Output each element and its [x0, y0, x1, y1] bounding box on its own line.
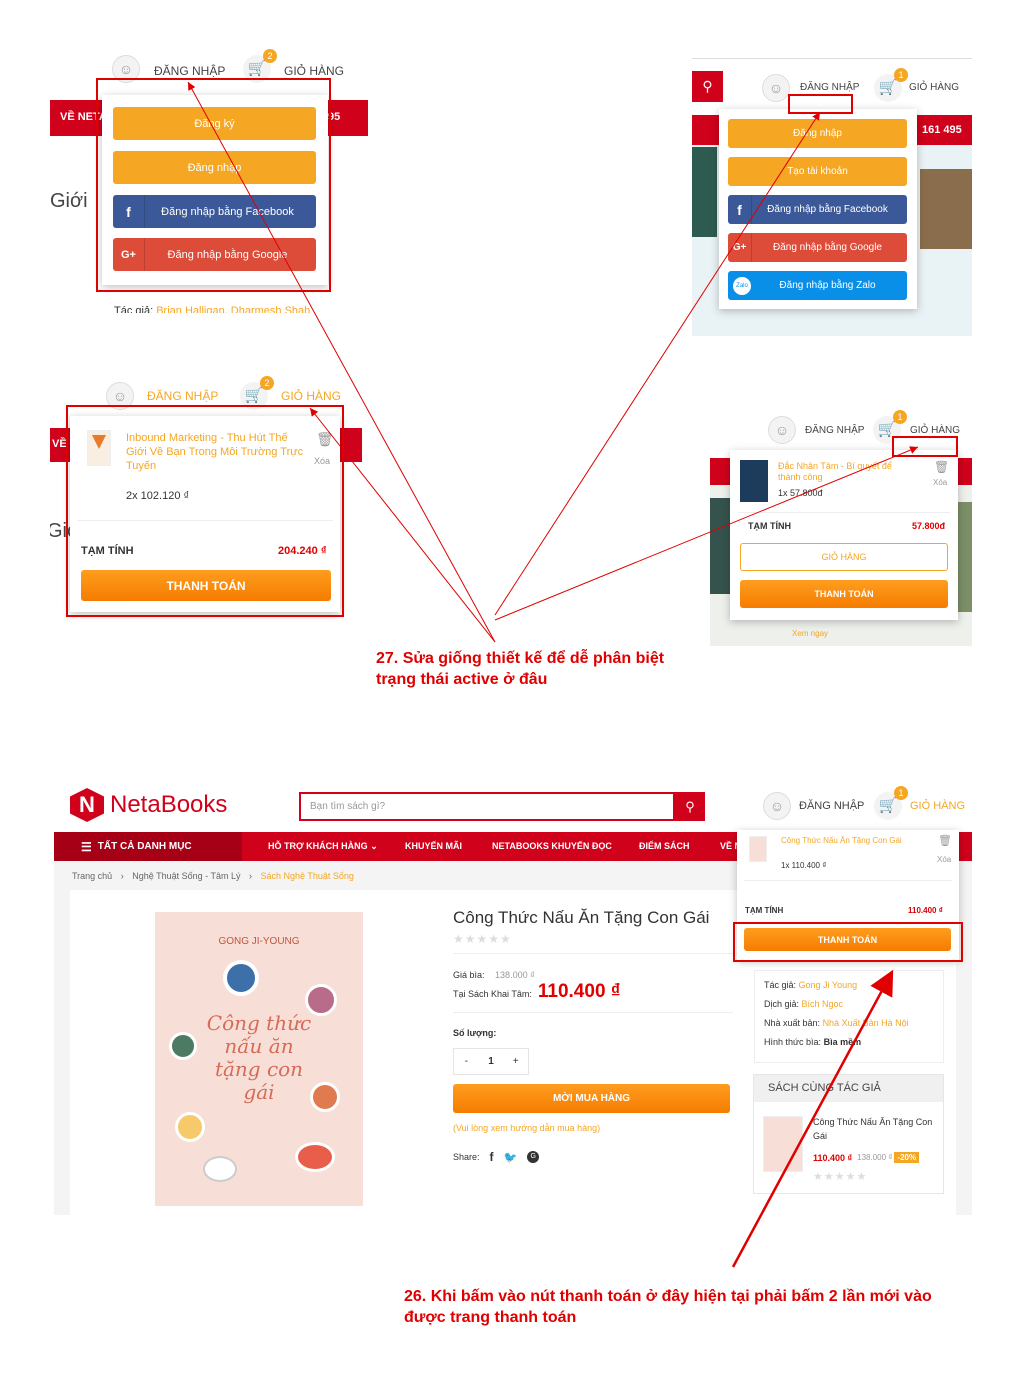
annotation-arrow-26	[731, 969, 894, 1268]
header-login-link[interactable]: ĐĂNG NHẬP	[799, 800, 864, 812]
arrow-to-checkout	[731, 969, 894, 1268]
arrow-to-panel2	[494, 111, 821, 616]
cart-item-thumbnail	[749, 836, 767, 862]
hamburger-icon: ☰	[81, 839, 92, 854]
cart-item-qty: 1x 110.400 ₫	[781, 861, 827, 870]
logo[interactable]: N Neta Books	[70, 788, 227, 822]
arrow-to-panel3	[309, 407, 496, 643]
chevron-right-icon: ›	[248, 871, 252, 881]
annotation-arrows-27	[187, 81, 919, 643]
logo-books: Books	[160, 791, 228, 818]
search-placeholder: Bạn tìm sách gì?	[310, 801, 386, 812]
header-cart-link[interactable]: GIỎ HÀNG	[910, 800, 965, 812]
trash-icon[interactable]: 🗑	[938, 834, 952, 847]
nav-support-label: HỖ TRỢ KHÁCH HÀNG	[268, 841, 368, 851]
breadcrumb-home[interactable]: Trang chủ	[72, 871, 112, 881]
logo-icon: N	[70, 788, 104, 822]
search-icon: ⚲	[685, 798, 695, 814]
divider	[744, 880, 952, 881]
cart-item-delete[interactable]: Xóa	[937, 855, 951, 864]
nav-promotions[interactable]: KHUYẾN MÃI	[405, 841, 462, 851]
cart-badge: 1	[894, 786, 908, 800]
breadcrumb-category[interactable]: Nghệ Thuật Sống - Tâm Lý	[132, 871, 240, 881]
arrow-to-panel4	[494, 446, 919, 621]
arrow-to-panel1	[187, 81, 496, 643]
chevron-right-icon: ›	[120, 871, 124, 881]
cart-icon[interactable]: 🛒 1	[874, 786, 908, 820]
nav-support[interactable]: HỖ TRỢ KHÁCH HÀNG ⌄	[268, 841, 378, 852]
annotation-27-text: 27. Sửa giống thiết kế để dễ phân biệt t…	[376, 650, 665, 688]
nav-reviews[interactable]: ĐIỂM SÁCH	[639, 841, 690, 851]
logo-neta: Neta	[110, 791, 161, 818]
all-categories-label: TẤT CẢ DANH MỤC	[97, 841, 192, 852]
chevron-down-icon: ⌄	[370, 841, 378, 851]
breadcrumb-current[interactable]: Sách Nghệ Thuật Sống	[261, 871, 354, 881]
cart-item-title[interactable]: Công Thức Nấu Ăn Tặng Con Gái	[781, 836, 902, 845]
search-input[interactable]: Bạn tìm sách gì?	[299, 792, 675, 821]
breadcrumb: Trang chủ › Nghệ Thuật Sống - Tâm Lý › S…	[72, 871, 354, 881]
all-categories-button[interactable]: ☰ TẤT CẢ DANH MỤC	[54, 832, 242, 861]
search-button[interactable]: ⚲	[675, 792, 705, 821]
user-icon[interactable]: ☺	[763, 792, 791, 820]
nav-recommend[interactable]: NETABOOKS KHUYẾN ĐỌC	[492, 841, 612, 851]
annotation-26-text: 26. Khi bấm vào nút thanh toán ở đây hiệ…	[404, 1288, 932, 1326]
